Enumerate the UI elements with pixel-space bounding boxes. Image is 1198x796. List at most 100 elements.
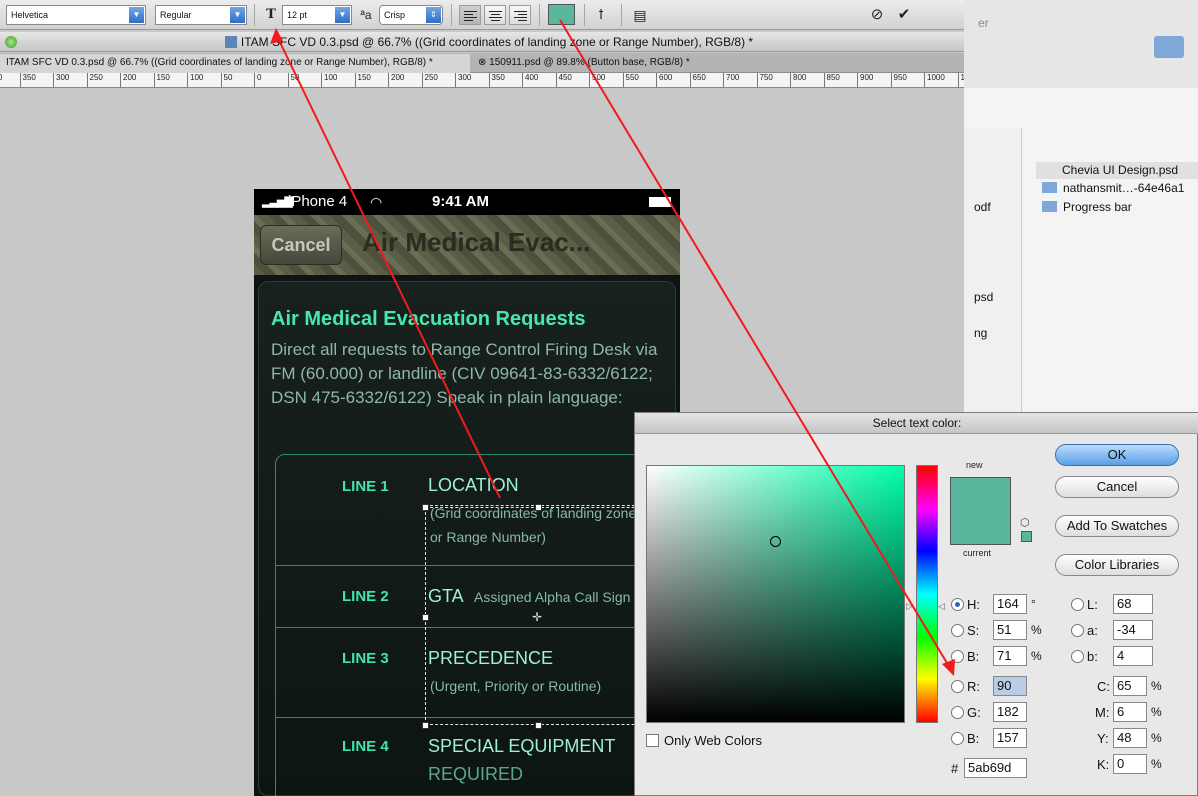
unit-label: % (1031, 623, 1042, 637)
anti-alias-select[interactable]: Crisp ⇕ (379, 5, 443, 25)
saturation-brightness-field[interactable] (646, 465, 905, 723)
radio-lab-b[interactable] (1071, 650, 1084, 663)
align-right-button[interactable] (509, 5, 531, 25)
radio-r[interactable] (951, 680, 964, 693)
ruler-tick-label: 850 (823, 73, 840, 87)
finder-item-fragment[interactable]: psd (974, 290, 993, 304)
chevron-down-icon: ▼ (230, 7, 245, 23)
folder-icon (1042, 182, 1057, 193)
color-libraries-button[interactable]: Color Libraries (1055, 554, 1179, 576)
finder-item-fragment[interactable]: odf (974, 200, 991, 214)
text-color-swatch[interactable] (548, 4, 575, 25)
row-label: LINE 3 (342, 650, 389, 667)
hue-slider[interactable] (916, 465, 938, 723)
ruler-tick-label: 750 (756, 73, 773, 87)
slider-arrow-left-icon[interactable]: ▷ (906, 601, 913, 612)
zoom-window-icon[interactable] (5, 36, 17, 48)
green-field[interactable]: 182 (993, 702, 1027, 722)
radio-blue[interactable] (951, 732, 964, 745)
saturation-field[interactable]: 51 (993, 620, 1027, 640)
resize-handle[interactable] (535, 504, 542, 511)
red-field[interactable]: 90 (993, 676, 1027, 696)
unit-label: % (1031, 649, 1042, 663)
align-center-button[interactable] (484, 5, 506, 25)
font-family-select[interactable]: Helvetica ▼ (6, 5, 146, 25)
finder-window: er odf psd ng Chevia UI Design.psd natha… (964, 0, 1198, 418)
ok-button[interactable]: OK (1055, 444, 1179, 466)
field-label: H: (967, 597, 980, 612)
chevron-down-icon: ▼ (129, 7, 144, 23)
resize-handle[interactable] (422, 614, 429, 621)
cyan-field[interactable]: 65 (1113, 676, 1147, 696)
ruler-tick-label: 0 (254, 73, 261, 87)
field-label: G: (967, 705, 981, 720)
ruler-tick-label: 200 (388, 73, 404, 87)
lightness-field[interactable]: 68 (1113, 594, 1153, 614)
radio-a[interactable] (1071, 624, 1084, 637)
divider (584, 4, 585, 26)
ruler-tick-label: 250 (86, 73, 103, 87)
ruler-tick-label: 700 (723, 73, 739, 87)
navigation-bar: Cancel Air Medical Evac... (254, 215, 680, 275)
resize-handle[interactable] (422, 722, 429, 729)
blue-field[interactable]: 157 (993, 728, 1027, 748)
cancel-button[interactable]: Cancel (260, 225, 342, 265)
cancel-button[interactable]: Cancel (1055, 476, 1179, 498)
align-left-button[interactable] (459, 5, 481, 25)
web-safe-swatch[interactable] (1021, 531, 1032, 542)
finder-item-folder[interactable]: nathansmit…-64e46a1 (1042, 181, 1184, 195)
psd-file-icon (224, 36, 237, 48)
yellow-field[interactable]: 48 (1113, 728, 1147, 748)
tab-itam-sfc[interactable]: ITAM SFC VD 0.3.psd @ 66.7% ((Grid coord… (0, 54, 470, 73)
a-field[interactable]: -34 (1113, 620, 1153, 640)
unit-label: % (1151, 705, 1162, 719)
button-label: Cancel (1096, 479, 1138, 494)
ruler-tick-label: 600 (656, 73, 672, 87)
add-to-swatches-button[interactable]: Add To Swatches (1055, 515, 1179, 537)
character-panel-icon[interactable]: ▤ (630, 5, 650, 25)
tab-label: ITAM SFC VD 0.3.psd @ 66.7% ((Grid coord… (6, 57, 433, 68)
b-field[interactable]: 4 (1113, 646, 1153, 666)
magenta-field[interactable]: 6 (1113, 702, 1147, 722)
ruler-tick-label: 400 (522, 73, 538, 87)
radio-l[interactable] (1071, 598, 1084, 611)
resize-handle[interactable] (535, 722, 542, 729)
tab-label: 150911.psd @ 89.8% (Button base, RGB/8) … (489, 57, 690, 68)
close-icon[interactable]: ⊗ (478, 57, 489, 68)
ruler-tick-label: 350 (19, 73, 36, 87)
chevron-updown-icon: ⇕ (426, 7, 441, 23)
radio-h[interactable] (951, 598, 964, 611)
black-field[interactable]: 0 (1113, 754, 1147, 774)
radio-b[interactable] (951, 650, 964, 663)
font-style-select[interactable]: Regular ▼ (155, 5, 247, 25)
warp-text-icon[interactable]: ꝉ (591, 5, 611, 25)
color-cursor[interactable] (770, 536, 781, 547)
new-color-label: new (966, 460, 983, 470)
unit-label: % (1151, 757, 1162, 771)
font-size-select[interactable]: 12 pt ▼ (282, 5, 352, 25)
battery-icon (649, 197, 671, 207)
field-label: S: (967, 623, 980, 638)
hue-field[interactable]: 164 (993, 594, 1027, 614)
radio-s[interactable] (951, 624, 964, 637)
ruler-tick-label: 650 (689, 73, 706, 87)
slider-arrow-right-icon[interactable]: ◁ (938, 601, 945, 612)
finder-item-folder[interactable]: Progress bar (1042, 200, 1132, 214)
only-web-colors-checkbox[interactable] (646, 734, 659, 747)
ruler-tick-label: 250 (421, 73, 438, 87)
resize-handle[interactable] (422, 504, 429, 511)
cancel-icon[interactable]: ⊘ (867, 5, 887, 25)
hex-field[interactable]: 5ab69d (964, 758, 1027, 778)
chevron-down-icon: ▼ (335, 7, 350, 23)
finder-item-file[interactable]: Chevia UI Design.psd (1036, 162, 1198, 179)
ruler-tick-label: 800 (790, 73, 806, 87)
nav-title: Air Medical Evac... (362, 227, 591, 257)
divider (621, 4, 622, 26)
field-label: # (951, 761, 959, 776)
radio-g[interactable] (951, 706, 964, 719)
finder-item-fragment[interactable]: ng (974, 326, 987, 340)
tab-150911[interactable]: ⊗ 150911.psd @ 89.8% (Button base, RGB/8… (472, 54, 732, 73)
commit-check-icon[interactable]: ✔ (894, 5, 914, 25)
brightness-field[interactable]: 71 (993, 646, 1027, 666)
gamut-cube-icon[interactable]: ⬡ (1020, 516, 1030, 529)
